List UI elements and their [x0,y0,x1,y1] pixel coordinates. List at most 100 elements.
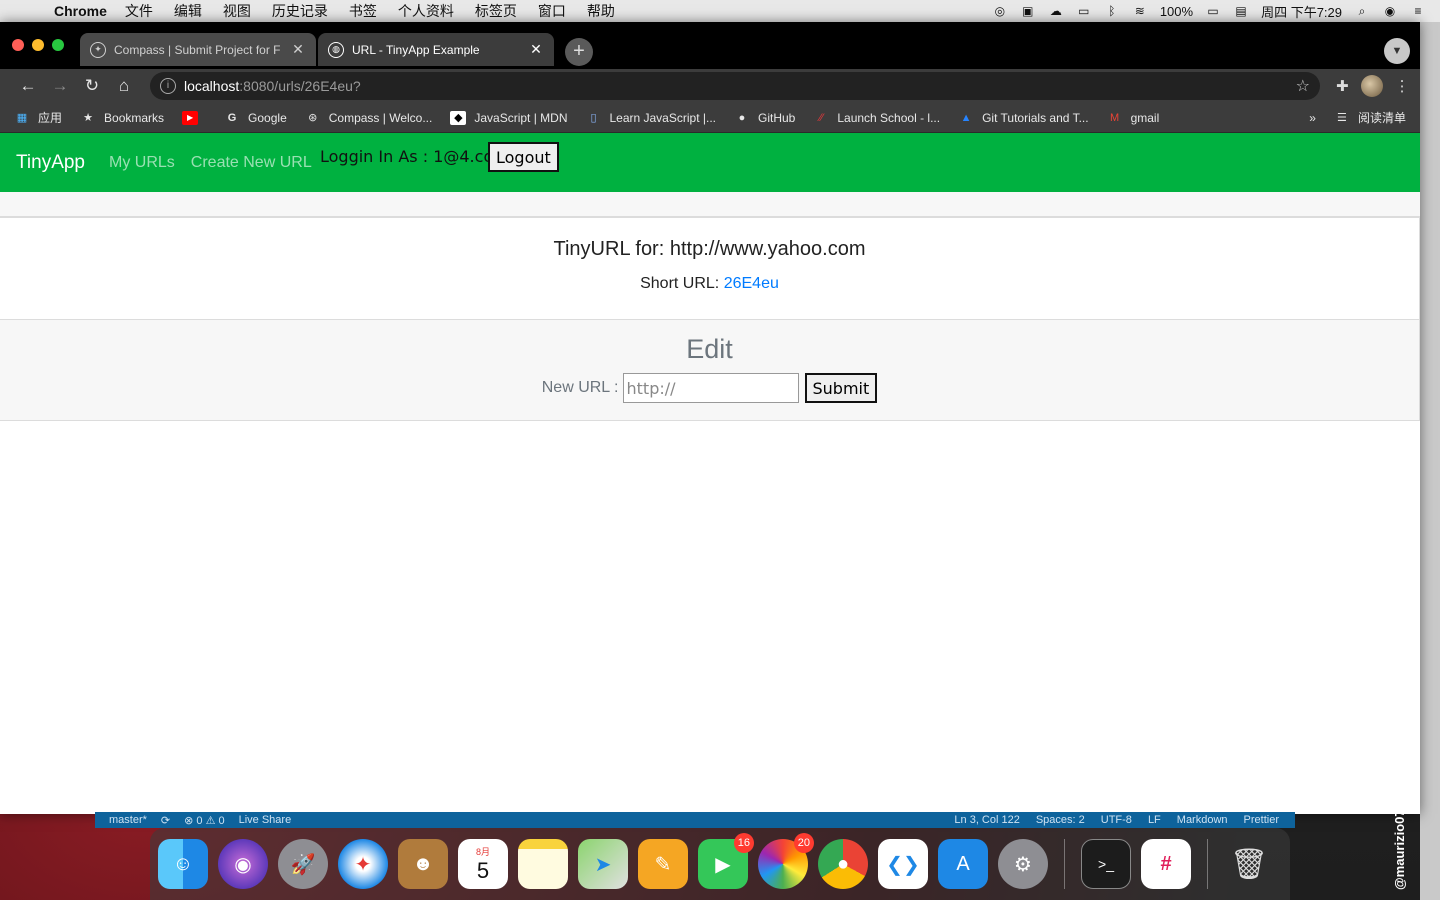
menubar-clock[interactable]: 周四 下午7:29 [1261,2,1342,21]
safari-icon[interactable]: ✦ [338,839,388,889]
chrome-menu-icon[interactable]: ⋮ [1395,77,1410,95]
app-navbar: TinyApp My URLs Create New URL Loggin In… [0,133,1420,192]
photos-icon[interactable]: 20 [758,833,814,889]
pages-icon[interactable]: ✎ [638,839,688,889]
creative-cloud-icon[interactable]: ◎ [992,4,1008,18]
menu-history[interactable]: 历史记录 [272,1,328,21]
terminal-icon[interactable]: >_ [1081,839,1131,889]
atlassian-icon: ▲ [960,111,972,124]
bookmark-launch-school[interactable]: ⁄⁄ Launch School - l... [813,111,941,125]
nav-create-new-url[interactable]: Create New URL [191,154,312,172]
control-center-icon[interactable]: ≡ [1410,4,1426,18]
forward-icon[interactable]: → [44,76,76,96]
sync-icon[interactable]: ⟳ [161,814,170,827]
facetime-icon[interactable]: ▶ 16 [698,833,754,889]
system-preferences-icon[interactable]: ⚙ [998,839,1048,889]
bookmark-apps[interactable]: ▦ 应用 [14,109,62,126]
bilibili-icon[interactable]: ▣ [1020,4,1036,18]
tab-search-icon[interactable]: ▼ [1384,38,1410,64]
trash-icon[interactable]: 🗑 [1224,839,1274,889]
battery-icon[interactable]: ▭ [1205,4,1221,18]
compass-icon: ⊛ [308,111,318,124]
cursor-position[interactable]: Ln 3, Col 122 [954,814,1019,826]
bluetooth-icon[interactable]: ᛒ [1104,4,1120,18]
bookmark-gmail[interactable]: Mgmail [1107,111,1159,125]
maps-icon[interactable]: ➤ [578,839,628,889]
short-url-link[interactable]: 26E4eu [724,275,779,292]
git-branch[interactable]: master* [109,814,147,826]
site-info-icon[interactable]: i [160,78,176,94]
brand-link[interactable]: TinyApp [16,152,85,174]
menu-window[interactable]: 窗口 [538,1,566,21]
tab-tinyapp[interactable]: ◍ URL - TinyApp Example ✕ [318,33,554,66]
bookmark-mdn[interactable]: ◆ JavaScript | MDN [450,110,567,125]
reading-list[interactable]: ☰ 阅读清单 [1334,109,1406,126]
menu-help[interactable]: 帮助 [587,1,615,21]
bookmark-youtube[interactable]: ▶ [182,110,206,125]
us-flag-icon[interactable]: ▤ [1233,4,1249,18]
line-ending[interactable]: LF [1148,814,1161,826]
close-tab-icon[interactable]: ✕ [528,41,544,58]
url-card: TinyURL for: http://www.yahoo.com Short … [0,217,1420,421]
indentation[interactable]: Spaces: 2 [1036,814,1085,826]
problems-count[interactable]: ⊗ 0 ⚠ 0 [184,814,224,827]
notes-icon[interactable] [518,839,568,889]
live-share[interactable]: Live Share [239,814,292,826]
app-menu-chrome[interactable]: Chrome [54,3,107,19]
extensions-puzzle-icon[interactable]: ✚ [1336,77,1349,95]
bookmark-learn-js[interactable]: ▯ Learn JavaScript |... [585,111,716,125]
menu-tab[interactable]: 标签页 [475,1,517,21]
calendar-icon[interactable]: 8月 5 [458,839,508,889]
menu-view[interactable]: 视图 [223,1,251,21]
new-url-input[interactable] [622,373,799,403]
minimize-window-button[interactable] [32,39,44,51]
bookmark-compass[interactable]: ⊛ Compass | Welco... [305,111,432,125]
new-tab-button[interactable]: + [565,38,593,66]
short-url-line: Short URL: 26E4eu [0,275,1419,293]
submit-button[interactable]: Submit [804,373,878,403]
address-bar[interactable]: i localhost:8080/urls/26E4eu? ☆ [150,72,1320,100]
close-window-button[interactable] [12,39,24,51]
url-host: localhost [184,78,240,94]
bookmark-git-tutorials[interactable]: ▲ Git Tutorials and T... [958,111,1089,125]
zoom-window-button[interactable] [52,39,64,51]
close-tab-icon[interactable]: ✕ [290,41,306,58]
siri-icon[interactable]: ◉ [1382,4,1398,18]
tab-compass[interactable]: ✦ Compass | Submit Project for F ✕ [80,33,316,66]
reading-list-label: 阅读清单 [1357,111,1406,125]
spotlight-search-icon[interactable]: ⌕ [1354,4,1370,18]
more-bookmarks-icon[interactable]: » [1309,111,1316,125]
language-mode[interactable]: Markdown [1177,814,1228,826]
slack-icon[interactable]: # [1141,839,1191,889]
bookmark-github[interactable]: ● GitHub [734,111,796,125]
bookmark-bookmarks[interactable]: ★ Bookmarks [80,111,164,125]
back-icon[interactable]: ← [12,76,44,96]
app-store-icon[interactable]: A [938,839,988,889]
prettier-status[interactable]: Prettier [1244,814,1279,826]
launchpad-icon[interactable]: 🚀 [278,839,328,889]
nav-my-urls[interactable]: My URLs [109,154,175,172]
wifi-icon[interactable]: ≋ [1132,4,1148,18]
bookmark-google[interactable]: G Google [224,111,287,125]
contacts-icon[interactable]: ☻ [398,839,448,889]
profile-avatar[interactable] [1360,75,1383,97]
bookmark-star-icon[interactable]: ☆ [1296,76,1310,96]
short-url-label: Short URL: [640,275,724,292]
menu-edit[interactable]: 编辑 [174,1,202,21]
google-icon: G [227,111,237,124]
airplay-icon[interactable]: ▭ [1076,4,1092,18]
vscode-icon[interactable]: ❮❯ [878,839,928,889]
home-icon[interactable]: ⌂ [108,76,140,96]
chrome-icon[interactable]: ● [818,839,868,889]
battery-percent: 100% [1159,3,1194,19]
reload-icon[interactable]: ↻ [76,76,108,96]
siri-icon[interactable]: ◉ [218,839,268,889]
cloud-icon[interactable]: ☁ [1048,4,1064,18]
finder-icon[interactable]: ☺ [158,839,208,889]
menu-file[interactable]: 文件 [125,1,153,21]
dock: ☺ ◉ 🚀 ✦ ☻ 8月 5 ➤ ✎ ▶ 16 20 ● ❮❯ A ⚙ >_ #… [150,828,1290,900]
menu-bookmarks[interactable]: 书签 [349,1,377,21]
logout-button[interactable]: Logout [488,142,559,172]
encoding[interactable]: UTF-8 [1101,814,1132,826]
menu-profiles[interactable]: 个人资料 [398,1,454,21]
